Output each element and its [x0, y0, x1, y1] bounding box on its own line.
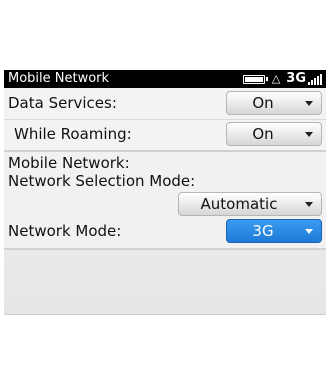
- data-services-value: On: [252, 94, 274, 112]
- signal-strength-icon: [308, 73, 322, 85]
- while-roaming-label: While Roaming:: [14, 125, 132, 143]
- chevron-down-icon: [305, 101, 313, 106]
- screen: Mobile Network △ 3G Data Services: On Wh…: [4, 70, 326, 315]
- mobile-network-panel: Mobile Network: Network Selection Mode: …: [4, 152, 326, 250]
- network-mode-value: 3G: [252, 222, 274, 240]
- chevron-down-icon: [305, 202, 313, 207]
- network-selection-dropdown[interactable]: Automatic: [178, 192, 322, 216]
- while-roaming-value: On: [252, 125, 274, 143]
- battery-icon: [242, 74, 268, 84]
- while-roaming-dropdown[interactable]: On: [226, 122, 322, 146]
- network-mode-row: Network Mode: 3G: [4, 216, 326, 247]
- status-icons: △ 3G: [242, 70, 322, 88]
- network-mode-dropdown[interactable]: 3G: [226, 219, 322, 243]
- data-services-label: Data Services:: [8, 94, 117, 112]
- warning-icon: △: [271, 72, 281, 85]
- while-roaming-row: While Roaming: On: [4, 119, 326, 150]
- status-bar: Mobile Network △ 3G: [4, 70, 326, 88]
- data-services-row: Data Services: On: [4, 88, 326, 120]
- network-type-indicator: 3G: [286, 71, 306, 86]
- chevron-down-icon: [305, 132, 313, 137]
- chevron-down-icon: [305, 229, 313, 234]
- network-selection-value: Automatic: [200, 195, 278, 213]
- data-services-dropdown[interactable]: On: [226, 91, 322, 115]
- mobile-network-section-label: Mobile Network:: [8, 154, 130, 172]
- data-services-panel: Data Services: On While Roaming: On: [4, 88, 326, 152]
- network-mode-label: Network Mode:: [8, 222, 122, 240]
- screen-title: Mobile Network: [8, 71, 110, 86]
- network-selection-label: Network Selection Mode:: [8, 172, 196, 190]
